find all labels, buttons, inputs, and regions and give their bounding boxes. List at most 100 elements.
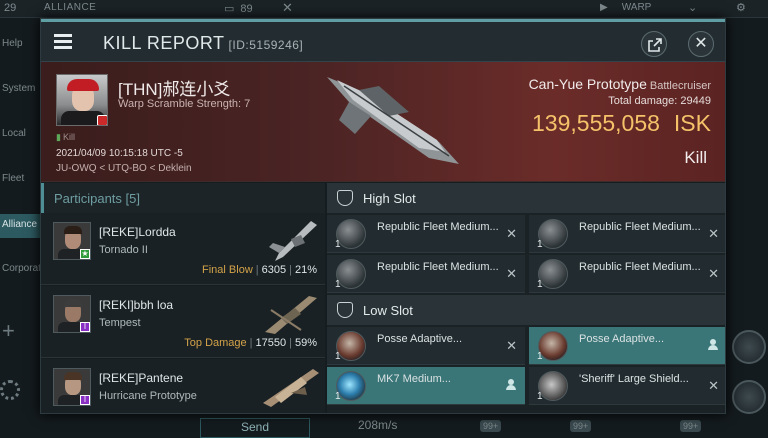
high-slot-label: High Slot [363,191,416,206]
member-count: ▭ 89 [224,2,253,15]
stat-separator: | [255,264,259,276]
title-text: KILL REPORT [103,33,225,53]
module-name: Republic Fleet Medium... [579,261,701,273]
total-damage: Total damage: 29449 [608,95,711,107]
participant-avatar: I [53,368,91,406]
close-icon: ✕ [708,226,719,241]
count-icon: ▭ [224,3,235,15]
isk-amount: 139,555,058 [532,110,660,136]
warp-scramble-strength: Warp Scramble Strength: 7 [118,98,251,110]
badge-99: 99+ [570,420,592,432]
low-slot-label: Low Slot [363,303,413,318]
participant-ship: Hurricane Prototype [99,390,197,402]
low-slot-header: Low Slot [327,295,725,325]
alliance-label[interactable]: ALLIANCE [44,2,96,13]
module-qty: 1 [335,351,341,362]
ship-class: Battlecruiser [649,80,711,92]
total-damage-value: 29449 [680,95,711,107]
sidebar-item-help[interactable]: Help [0,38,40,49]
victim-ship-name[interactable]: Can-Yue Prototype Battlecruiser [529,76,711,92]
module-button[interactable] [732,330,766,364]
participant-name: [REKE]Pantene [99,371,184,385]
sidebar-item-corporation[interactable]: Corporation [0,263,54,274]
close-button[interactable]: ✕ [688,31,714,57]
module-item[interactable]: 1 Republic Fleet Medium... ✕ [327,255,525,293]
page-title: KILL REPORT [ID:5159246] [103,33,303,54]
participant-stats: Final Blow | 6305 | 21% [202,264,317,276]
chat-input-bar: Send 208m/s 99+ 99+ 99+ [40,414,726,438]
menu-icon[interactable] [51,32,75,52]
module-name: Posse Adaptive... [377,333,462,345]
warp-control[interactable]: ▶ WARP [600,2,651,13]
corp-badge-icon: I [80,395,90,405]
add-channel-icon[interactable]: + [2,318,15,344]
participant-name: [REKI]bbh loa [99,298,174,312]
close-icon: ✕ [694,35,708,52]
close-icon: ✕ [506,266,517,281]
share-button[interactable] [641,31,667,57]
module-qty: 1 [335,279,341,290]
corp-badge-icon: I [80,322,90,332]
shield-slot-icon [337,302,353,318]
gear-icon[interactable] [0,380,20,400]
participant-row[interactable]: I [REKE]Pantene Hurricane Prototype [41,359,325,413]
channel-sidebar: Help System Local Fleet Alliance Corpora… [0,18,54,438]
module-item[interactable]: 1 Posse Adaptive... [529,327,725,365]
star-badge-icon: ★ [80,249,90,259]
close-icon: ✕ [708,378,719,393]
participant-damage: 6305 [261,264,287,276]
kill-tag-label: Kill [62,132,75,142]
module-item[interactable]: 1 Posse Adaptive... ✕ [327,327,525,365]
isk-unit: ISK [673,110,711,136]
module-button[interactable] [732,380,766,414]
close-icon: ✕ [506,226,517,241]
participant-ship-image [269,221,317,261]
module-name: Republic Fleet Medium... [377,261,499,273]
stat-separator: | [289,337,292,349]
top-number: 29 [4,2,17,14]
participant-row[interactable]: I [REKI]bbh loa Tempest Top Damage | 17550… [41,286,325,358]
high-slot-header: High Slot [327,183,725,213]
participant-ship-image [263,369,319,407]
module-item[interactable]: 1 'Sheriff' Large Shield... ✕ [529,367,725,405]
sidebar-item-fleet[interactable]: Fleet [0,173,40,184]
kill-flag-icon: ▮ [56,132,61,142]
kill-tag: ▮ Kill [56,132,75,143]
chevron-down-icon[interactable]: ⌄ [688,1,697,14]
module-item[interactable]: 1 Republic Fleet Medium... ✕ [529,255,725,293]
sidebar-item-alliance[interactable]: Alliance [0,214,40,238]
count-value: 89 [240,3,253,15]
participant-damage: 17550 [255,337,287,349]
participant-row[interactable]: ★ [REKE]Lordda Tornado II Final Blow | 630… [41,213,325,285]
module-item[interactable]: 1 Republic Fleet Medium... ✕ [327,215,525,253]
report-id: [ID:5159246] [228,38,304,52]
speed-readout: 208m/s [358,418,398,432]
kill-location[interactable]: JU-OWQ < UTQ-BO < Deklein [56,163,192,174]
send-button[interactable]: Send [200,418,310,438]
participant-ship: Tempest [99,317,141,329]
kill-status: Kill [684,148,707,167]
module-qty: 1 [335,391,341,402]
participant-name: [REKE]Lordda [99,225,176,239]
module-qty: 1 [335,239,341,250]
top-damage-label: Top Damage [184,337,247,349]
module-item[interactable]: 1 MK7 Medium... [327,367,525,405]
sidebar-item-local[interactable]: Local [0,128,40,139]
participant-avatar: ★ [53,222,91,260]
person-icon [708,339,718,350]
settings-icon[interactable]: ⚙ [736,1,746,14]
shield-slot-icon [337,190,353,206]
sidebar-item-system[interactable]: System [0,83,40,94]
stat-separator: | [249,337,253,349]
module-item[interactable]: 1 Republic Fleet Medium... ✕ [529,215,725,253]
module-qty: 1 [537,239,543,250]
module-name: Republic Fleet Medium... [377,221,499,233]
victim-ship-image[interactable] [319,72,469,172]
victim-name[interactable]: [THN]郝连小爻 [118,75,230,100]
close-icon: ✕ [506,338,517,353]
victim-avatar[interactable] [56,74,108,126]
ship-name-text: Can-Yue Prototype [528,76,647,92]
warp-label: WARP [621,2,652,13]
badge-99: 99+ [680,420,702,432]
close-icon[interactable]: ✕ [282,0,293,16]
